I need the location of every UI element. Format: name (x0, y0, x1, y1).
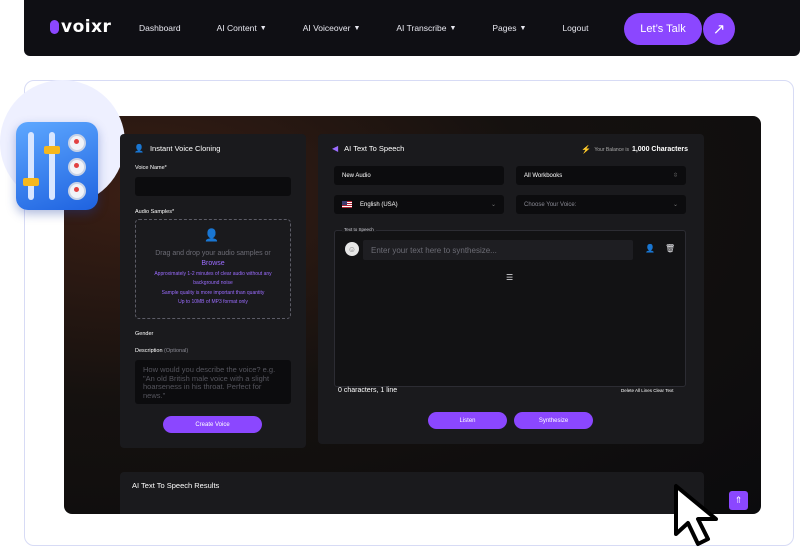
language-select[interactable]: English (USA) ⌄ (334, 195, 504, 214)
nav-item-ai-transcribe[interactable]: AI Transcribe ▼ (396, 23, 456, 33)
results-title: AI Text To Speech Results (132, 481, 220, 490)
dropzone-hint: Up to 10MB of MP3 format only (178, 299, 248, 305)
voice-select[interactable]: Choose Your Voice: ⌄ (516, 195, 686, 214)
slider-track (49, 132, 55, 200)
browse-link[interactable]: Browse (136, 260, 290, 267)
upload-user-icon: 👤 (204, 228, 219, 242)
dropzone-text: Drag and drop your audio samples or (155, 250, 271, 257)
clear-text-link[interactable]: Clear Text (653, 388, 673, 393)
chevron-down-icon: ⌄ (490, 202, 496, 208)
brand-logo[interactable]: voixr (50, 17, 111, 37)
add-line-icon[interactable]: ☰ (506, 273, 513, 282)
us-flag-icon (342, 201, 352, 208)
dropzone-hint: Approximately 1-2 minutes of clear audio… (154, 271, 272, 277)
lightning-icon: ⚡ (581, 145, 592, 154)
listen-button[interactable]: Listen (428, 412, 507, 429)
trash-icon[interactable]: 🗑 (665, 244, 675, 253)
synthesize-button[interactable]: Synthesize (514, 412, 593, 429)
delete-all-lines-link[interactable]: Delete All Lines (621, 388, 652, 393)
tts-text-input[interactable]: Enter your text here to synthesize... (363, 240, 633, 260)
nav-links: Dashboard AI Content ▼ AI Voiceover ▼ AI T… (139, 0, 624, 56)
description-label: Description (Optional) (135, 348, 189, 354)
workbook-select[interactable]: All Workbooks ⇳ (516, 166, 686, 185)
panel-title: 👤 Instant Voice Cloning (134, 144, 221, 153)
tts-panel: ◀ AI Text To Speech ⚡ Your Balance is 1,… (318, 134, 704, 444)
audio-samples-label: Audio Samples* (135, 209, 175, 215)
nav-item-pages[interactable]: Pages ▼ (492, 23, 526, 33)
nav-item-dashboard[interactable]: Dashboard (139, 23, 181, 33)
results-panel: AI Text To Speech Results (120, 472, 704, 514)
slider-knob (44, 146, 60, 154)
slider-track (28, 132, 34, 200)
user-voice-icon: 👤 (134, 144, 144, 153)
equalizer-app-icon (16, 122, 98, 210)
microphone-icon (50, 20, 59, 34)
chevron-down-icon: ⌄ (672, 202, 678, 208)
description-textarea[interactable]: How would you describe the voice? e.g. "… (135, 360, 291, 404)
slider-knob (23, 178, 39, 186)
lets-talk-button[interactable]: Let’s Talk (624, 13, 702, 45)
user-remove-icon[interactable]: 👤 (645, 244, 655, 253)
chevron-down-icon: ▼ (259, 24, 267, 32)
speaker-icon: ◀ (332, 144, 339, 153)
editor-actions: Delete All Lines Clear Text (621, 388, 673, 393)
voice-name-label: Voice Name* (135, 165, 167, 171)
mouse-cursor-icon (674, 484, 718, 546)
nav-item-ai-voiceover[interactable]: AI Voiceover ▼ (303, 23, 361, 33)
dial-icon (68, 158, 86, 176)
voice-avatar[interactable]: ☺ (345, 242, 359, 256)
voice-name-input[interactable] (135, 177, 291, 196)
select-arrows-icon: ⇳ (672, 173, 678, 179)
dial-icon (68, 182, 86, 200)
dropzone-hint: background noise (193, 280, 233, 286)
character-count: 0 characters, 1 line (338, 387, 398, 394)
dial-icon (68, 134, 86, 152)
voice-cloning-panel: 👤 Instant Voice Cloning Voice Name* Audi… (120, 134, 306, 448)
arrow-up-right-icon[interactable]: ↗ (703, 13, 735, 45)
panel-title: ◀ AI Text To Speech (332, 144, 405, 153)
nav-item-logout[interactable]: Logout (562, 23, 588, 33)
gender-label: Gender (135, 331, 154, 337)
chevron-down-icon: ▼ (449, 24, 457, 32)
balance-indicator: ⚡ Your Balance is 1,000 Characters (581, 145, 688, 154)
create-voice-button[interactable]: Create Voice (163, 416, 262, 433)
dropzone-hint: Sample quality is more important than qu… (161, 290, 265, 296)
chevron-down-icon: ▼ (353, 24, 361, 32)
tts-box-label: Text to Speech (342, 227, 376, 232)
audio-name-input[interactable]: New Audio (334, 166, 504, 185)
nav-item-ai-content[interactable]: AI Content ▼ (217, 23, 267, 33)
top-nav: voixr Dashboard AI Content ▼ AI Voiceover… (24, 0, 800, 56)
chevron-down-icon: ▼ (519, 24, 527, 32)
audio-dropzone[interactable]: 👤 Drag and drop your audio samples or Br… (135, 219, 291, 319)
